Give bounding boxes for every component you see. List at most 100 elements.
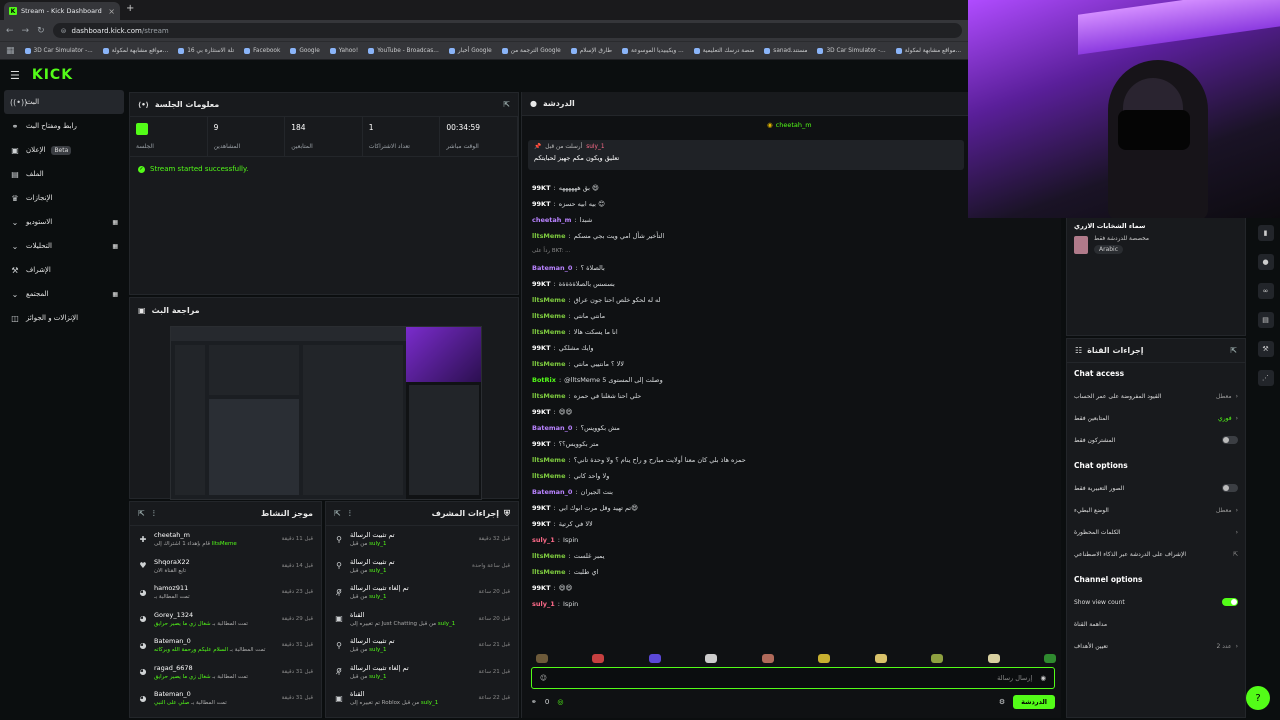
- chat-message[interactable]: lltsMeme: التأخير شأل امي ويت بجي مسكم: [532, 232, 664, 240]
- chat-message[interactable]: lltsMeme: حمزه هاذ بلي كان معنا أولايت مب…: [532, 456, 746, 464]
- chat-username[interactable]: 99KT: [532, 344, 551, 352]
- bookmark-item[interactable]: sanad.مستند: [764, 47, 807, 54]
- bookmark-item[interactable]: طارق الإسلام: [570, 47, 612, 54]
- list-item[interactable]: ▣ القناة تم تغييره إلى Just Chatting من قب…: [326, 606, 518, 633]
- browser-tab[interactable]: K Stream - Kick Dashboard ×: [4, 2, 120, 20]
- chat-message[interactable]: Bateman_0: بنت الجيران: [532, 488, 613, 496]
- stream-preview-video[interactable]: [170, 326, 482, 500]
- chat-username[interactable]: 99KT: [532, 184, 551, 192]
- chat-message[interactable]: 99KT: 😄😄: [532, 584, 572, 592]
- list-item[interactable]: ▣ القناة تم تغييره إلى Roblox من قبل suly_…: [326, 685, 518, 712]
- chat-username[interactable]: lltsMeme: [532, 472, 566, 480]
- setting-row[interactable]: الوضع البطيء معطل ›: [1067, 499, 1245, 521]
- help-button[interactable]: ?: [1246, 686, 1270, 710]
- emote-icon[interactable]: [1043, 653, 1056, 663]
- emoji-icon[interactable]: ☺: [540, 674, 547, 682]
- setting-row[interactable]: القيود المفروضة على عمر الحساب معطل ›: [1067, 385, 1245, 407]
- chat-message[interactable]: BotRix: @lltsMeme وصلت إلى المستوى 5: [532, 376, 663, 384]
- emote-icon[interactable]: [592, 653, 605, 663]
- chat-username[interactable]: lltsMeme: [532, 568, 566, 576]
- chat-message[interactable]: 99KT: تم تهيد وقل مرت ابوك ابي😄: [532, 504, 638, 512]
- bookmark-item[interactable]: Google: [290, 47, 320, 54]
- chat-message[interactable]: lltsMeme: اي طلبت: [532, 568, 598, 576]
- back-icon[interactable]: ←: [6, 26, 14, 36]
- chat-message[interactable]: suly_1: Ispin: [532, 536, 578, 544]
- sidebar-item[interactable]: ▣ الإعلان Beta: [0, 138, 128, 162]
- chat-message[interactable]: lltsMeme: ولا واحد كاني: [532, 472, 609, 480]
- setting-row[interactable]: Show view count: [1067, 591, 1245, 613]
- bookmark-item[interactable]: الترجمة من Google: [501, 47, 561, 54]
- chat-username[interactable]: 99KT: [532, 504, 551, 512]
- list-item[interactable]: ⚲̸ تم إلغاء تثبيت الرسالة من قبل suly_1 قبل…: [326, 659, 518, 686]
- sidebar-item[interactable]: ((•)) البث: [4, 90, 124, 114]
- bookmark-item[interactable]: تلة الاستثارة بي 16: [178, 47, 234, 54]
- sidebar-item[interactable]: ⌄ المجتمع ▦: [0, 282, 128, 306]
- popout-icon[interactable]: ⇱: [1230, 346, 1237, 355]
- filter-icon[interactable]: ⫶: [153, 509, 155, 519]
- chat-input[interactable]: ☺ إرسال رسالة ◉: [531, 667, 1055, 689]
- toggle-switch[interactable]: [1222, 436, 1238, 444]
- new-tab-icon[interactable]: +: [126, 3, 134, 14]
- sidebar-item[interactable]: ▤ الملف: [0, 162, 128, 186]
- category-thumbnail[interactable]: [1074, 236, 1088, 254]
- chat-username[interactable]: cheetah_m: [532, 216, 571, 224]
- chat-username[interactable]: Bateman_0: [532, 424, 572, 432]
- chat-message[interactable]: lltsMeme: مانتي مانتي: [532, 312, 605, 320]
- setting-row[interactable]: المتابعين فقط فوري ›: [1067, 407, 1245, 429]
- chat-message[interactable]: suly_1: Ispin: [532, 600, 578, 608]
- emote-icon[interactable]: [874, 653, 887, 663]
- pinned-user[interactable]: suly_1: [586, 144, 604, 150]
- chat-message[interactable]: 99KT: متر بكوويس؟؟: [532, 440, 599, 448]
- list-item[interactable]: ⚲ تم تثبيت الرسالة من قبل suly_1 قبل 32 دقي…: [326, 526, 518, 553]
- link-icon[interactable]: ⚭: [531, 698, 537, 706]
- bookmark-item[interactable]: منصة درسك التعليمية: [693, 47, 754, 54]
- emote-icon[interactable]: [931, 653, 944, 663]
- chat-message[interactable]: Bateman_0: بالصلاة ؟: [532, 264, 605, 272]
- chat-username[interactable]: lltsMeme: [532, 392, 566, 400]
- chat-username[interactable]: 99KT: [532, 520, 551, 528]
- list-item[interactable]: ♥ ShqoraX22 تابع القناة الآن قبل 14 دقيقة: [130, 553, 321, 580]
- reload-icon[interactable]: ↻: [37, 26, 45, 36]
- chat-username[interactable]: lltsMeme: [532, 552, 566, 560]
- chat-message[interactable]: 99KT: 😄😄: [532, 408, 572, 416]
- popout-icon[interactable]: ⇱: [503, 100, 510, 109]
- list-item[interactable]: ⚲ تم تثبيت الرسالة من قبل suly_1 قبل ساعة و…: [326, 553, 518, 580]
- chat-message[interactable]: 99KT: بسسس بالصلاةةةةة: [532, 280, 615, 288]
- url-field[interactable]: ⊜ dashboard.kick.com/stream: [52, 23, 962, 38]
- bookmark-item[interactable]: Yahoo!: [329, 47, 358, 54]
- popout-icon[interactable]: ⇱: [138, 509, 145, 519]
- bookmark-item[interactable]: أخبار Google: [448, 47, 492, 54]
- setting-row[interactable]: الإشراف على الدردشة عبر الذكاء الاصطناعي…: [1067, 543, 1245, 565]
- setting-row[interactable]: تعيين الأهداف عدد 2 ›: [1067, 635, 1245, 657]
- bookmark-item[interactable]: Facebook: [244, 47, 280, 54]
- list-item[interactable]: ◕ Bateman_0 تمت المطالبة بـ صلي على النبي ق…: [130, 685, 321, 712]
- chat-username[interactable]: Bateman_0: [532, 488, 572, 496]
- setting-row[interactable]: مداهمة القناة: [1067, 613, 1245, 635]
- link-icon[interactable]: ∞: [1257, 283, 1274, 299]
- emote-icon[interactable]: [705, 653, 718, 663]
- chat-message[interactable]: lltsMeme: له له لحكو خلص احنا جون عراق: [532, 296, 661, 304]
- chat-username[interactable]: 99KT: [532, 440, 551, 448]
- bookmark-item[interactable]: مواقع مشابهة لمكولة...: [102, 47, 168, 54]
- chat-username[interactable]: BotRix: [532, 376, 556, 384]
- chat-username[interactable]: lltsMeme: [532, 296, 566, 304]
- chat-message[interactable]: cheetah_m: شبدا: [532, 216, 592, 224]
- bookmark-item[interactable]: ويكيبيديا الموسوعة ...: [622, 47, 684, 54]
- nodes-icon[interactable]: ⋰: [1257, 370, 1274, 386]
- chat-username[interactable]: lltsMeme: [532, 312, 566, 320]
- setting-row[interactable]: الكلمات المحظورة ›: [1067, 521, 1245, 543]
- chat-username[interactable]: Bateman_0: [532, 264, 572, 272]
- chat-username[interactable]: lltsMeme: [532, 456, 566, 464]
- send-chat-button[interactable]: الدردشة: [1013, 695, 1055, 709]
- close-tab-icon[interactable]: ×: [108, 7, 115, 16]
- chat-message[interactable]: Bateman_0: مش بكوويس؟: [532, 424, 620, 432]
- bookmark-item[interactable]: 3D Car Simulator -...: [24, 47, 93, 54]
- chat-message[interactable]: lltsMeme: انا ما يسكت هالا: [532, 328, 618, 336]
- forward-icon[interactable]: →: [22, 26, 30, 36]
- emote-icon[interactable]: [536, 653, 548, 663]
- gear-icon[interactable]: ⚙: [999, 698, 1005, 706]
- chat-username[interactable]: lltsMeme: [532, 232, 566, 240]
- setting-row[interactable]: المشتركون فقط: [1067, 429, 1245, 451]
- chat-message[interactable]: 99KT: لالا في كرتية: [532, 520, 593, 528]
- list-item[interactable]: ◕ ragad_6678 تمت المطالبة بـ شغال زي ما يص…: [130, 659, 321, 686]
